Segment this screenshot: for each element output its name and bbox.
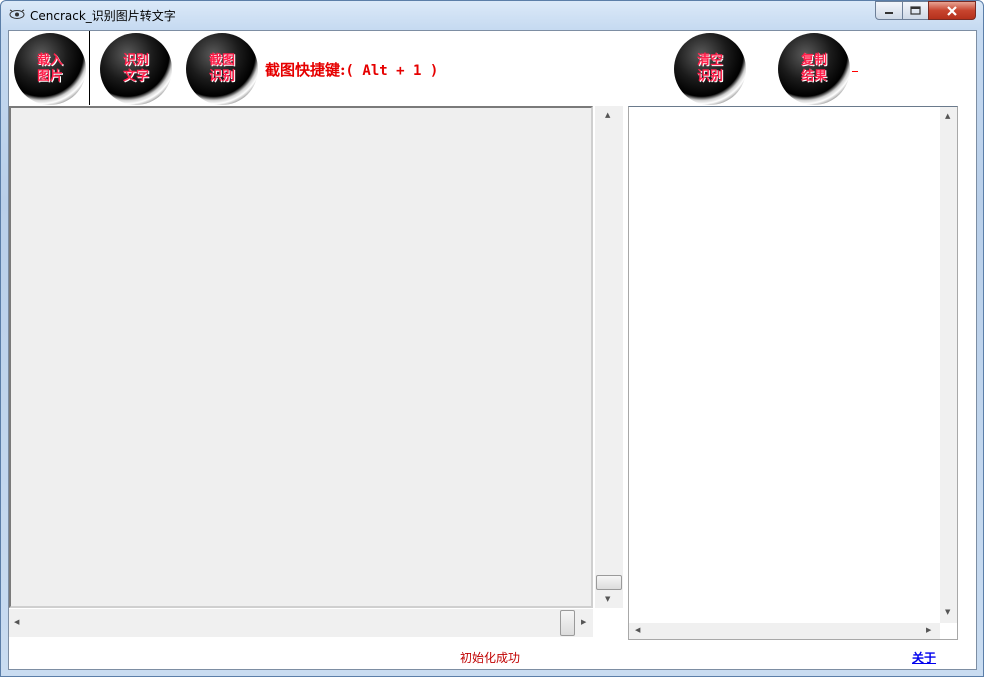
close-icon: [947, 5, 957, 16]
result-horizontal-scrollbar[interactable]: ◀ ▶: [629, 623, 940, 639]
toolbar-separator: [89, 31, 90, 105]
app-window: Cencrack_识别图片转文字 载入 图片 识别 文字 截图 识别 截图快捷键…: [0, 0, 984, 677]
load-image-label-line2: 图片: [36, 69, 63, 84]
result-text-area[interactable]: ▲ ▼ ◀ ▶: [628, 106, 958, 640]
title-bar[interactable]: Cencrack_识别图片转文字: [1, 1, 983, 29]
image-preview-panel[interactable]: [9, 106, 593, 608]
recognize-text-button[interactable]: 识别 文字: [95, 31, 181, 105]
hotkey-hint: 截图快捷键:( Alt + 1 ): [265, 59, 438, 80]
window-title: Cencrack_识别图片转文字: [30, 9, 176, 23]
divider: [852, 71, 858, 72]
client-area: 载入 图片 识别 文字 截图 识别 截图快捷键:( Alt + 1) 清空 识…: [8, 30, 977, 670]
scroll-thumb[interactable]: [596, 575, 622, 590]
scroll-up-icon[interactable]: ▲: [605, 112, 610, 119]
screenshot-recognize-label-line1: 截图: [208, 53, 235, 68]
scroll-left-icon[interactable]: ◀: [635, 627, 640, 634]
scroll-right-icon[interactable]: ▶: [581, 619, 586, 626]
result-vertical-scrollbar[interactable]: ▲ ▼: [940, 107, 957, 623]
scroll-up-icon[interactable]: ▲: [945, 113, 950, 120]
recognize-text-label-line2: 文字: [122, 69, 149, 84]
load-image-label-line1: 载入: [36, 53, 63, 68]
screenshot-recognize-button[interactable]: 截图 识别: [181, 31, 267, 105]
maximize-icon: [910, 6, 921, 15]
status-text: 初始化成功: [460, 651, 521, 665]
image-horizontal-scrollbar[interactable]: ◀ ▶: [9, 609, 593, 637]
hotkey-value: ( Alt + 1 ): [345, 63, 439, 79]
copy-result-label-line2: 结果: [800, 69, 827, 84]
minimize-button[interactable]: [875, 1, 903, 20]
about-link[interactable]: 关于: [912, 649, 936, 666]
eye-icon: [9, 9, 25, 19]
clear-recognition-label-line2: 识别: [696, 69, 723, 84]
toolbar: 载入 图片 识别 文字 截图 识别 截图快捷键:( Alt + 1) 清空 识…: [9, 31, 976, 105]
hotkey-label: 截图快捷键:: [265, 61, 346, 79]
clear-recognition-button[interactable]: 清空 识别: [669, 31, 755, 105]
load-image-button[interactable]: 载入 图片: [9, 31, 95, 105]
image-vertical-scrollbar[interactable]: ▲ ▼: [595, 106, 623, 608]
minimize-icon: [885, 11, 893, 14]
scroll-thumb[interactable]: [560, 610, 575, 636]
recognize-text-label-line1: 识别: [122, 53, 149, 68]
scroll-down-icon[interactable]: ▼: [605, 596, 610, 603]
copy-result-button[interactable]: 复制 结果: [773, 31, 859, 105]
clear-recognition-label-line1: 清空: [696, 53, 723, 68]
maximize-button[interactable]: [902, 1, 929, 20]
scroll-left-icon[interactable]: ◀: [14, 619, 19, 626]
scroll-down-icon[interactable]: ▼: [945, 609, 950, 616]
close-button[interactable]: [928, 1, 976, 20]
copy-result-label-line1: 复制: [800, 53, 827, 68]
scroll-right-icon[interactable]: ▶: [926, 627, 931, 634]
screenshot-recognize-label-line2: 识别: [208, 69, 235, 84]
